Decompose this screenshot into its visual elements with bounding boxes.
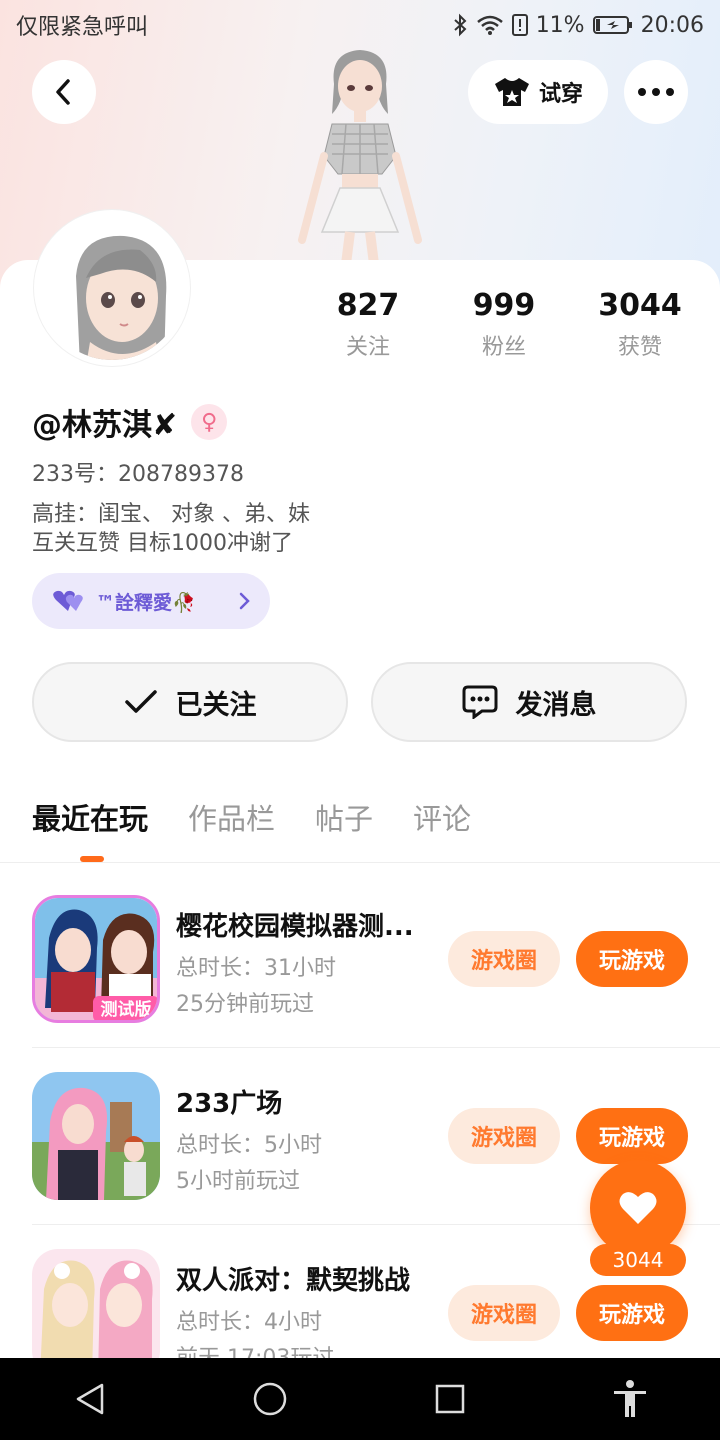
stat-label: 粉丝 xyxy=(481,335,526,360)
play-game-button[interactable]: 玩游戏 xyxy=(576,1108,688,1164)
username-row: @林苏淇✘ ♀ xyxy=(32,400,228,444)
like-count: 3044 xyxy=(590,1244,686,1276)
game-circle-button[interactable]: 游戏圈 xyxy=(448,1108,560,1164)
bio-line: 互关互赞 目标1000冲谢了 xyxy=(32,531,293,556)
game-icon-sakura[interactable]: 测试版 xyxy=(32,895,160,1023)
game-icon-duo-party[interactable] xyxy=(32,1249,160,1358)
back-button[interactable] xyxy=(32,60,96,124)
bio: 高挂：闺宝、 对象 、弟、妹 互关互赞 目标1000冲谢了 xyxy=(32,500,310,558)
nav-back-button[interactable] xyxy=(50,1358,130,1440)
tab-comments[interactable]: 评论 xyxy=(413,796,471,838)
more-dots-icon xyxy=(638,88,674,96)
battery-percent: 11% xyxy=(535,12,585,38)
alert-icon xyxy=(511,14,528,36)
game-last-played: 前天 17:03玩过 xyxy=(176,1340,334,1358)
heart-icon xyxy=(619,1192,657,1224)
tryon-label: 试穿 xyxy=(538,82,583,107)
carrier-text: 仅限紧急呼叫 xyxy=(16,15,149,40)
user-id[interactable]: 233号：208789378 xyxy=(32,456,244,488)
tab-works[interactable]: 作品栏 xyxy=(188,796,275,838)
chevron-left-icon xyxy=(56,79,70,105)
bluetooth-icon xyxy=(454,13,467,37)
followed-button[interactable]: 已关注 xyxy=(32,662,348,742)
game-list: 测试版 樱花校园模拟器测... 总时长：31小时 25分钟前玩过 游戏圈 玩游戏… xyxy=(0,870,720,1358)
stat-label: 获赞 xyxy=(617,335,662,360)
stat-value: 999 xyxy=(472,288,536,323)
battery-icon xyxy=(592,15,633,35)
system-nav-bar xyxy=(0,1358,720,1440)
bio-line: 高挂：闺宝、 对象 、弟、妹 xyxy=(32,502,310,527)
tab-bar: 最近在玩 作品栏 帖子 评论 xyxy=(32,796,471,838)
nav-accessibility-button[interactable] xyxy=(590,1358,670,1440)
game-duration: 总时长：5小时 xyxy=(176,1133,322,1158)
relation-pill[interactable]: ™詮釋愛🥀 xyxy=(32,573,270,629)
game-last-played: 5小时前玩过 xyxy=(176,1169,300,1194)
game-circle-button[interactable]: 游戏圈 xyxy=(448,1285,560,1341)
message-label: 发消息 xyxy=(515,689,597,721)
triangle-back-icon xyxy=(76,1383,104,1415)
double-heart-icon xyxy=(53,590,83,611)
stat-value: 827 xyxy=(336,288,400,323)
list-item[interactable]: 测试版 樱花校园模拟器测... 总时长：31小时 25分钟前玩过 游戏圈 玩游戏 xyxy=(0,870,720,1047)
more-button[interactable] xyxy=(624,60,688,124)
clock: 20:06 xyxy=(640,12,704,38)
status-bar: 仅限紧急呼叫 11% 20:06 xyxy=(0,0,720,50)
check-icon xyxy=(124,690,157,713)
square-recents-icon xyxy=(435,1384,465,1414)
stats-row: 827 关注 999 粉丝 3044 获赞 xyxy=(300,288,720,361)
followed-label: 已关注 xyxy=(175,689,257,721)
game-title: 樱花校园模拟器测... xyxy=(176,912,414,942)
accessibility-icon xyxy=(614,1380,646,1417)
game-circle-button[interactable]: 游戏圈 xyxy=(448,931,560,987)
tshirt-icon xyxy=(494,78,529,106)
game-last-played: 25分钟前玩过 xyxy=(176,992,314,1017)
nav-recents-button[interactable] xyxy=(410,1358,490,1440)
stat-fans[interactable]: 999 粉丝 xyxy=(436,288,572,361)
username: @林苏淇✘ xyxy=(32,408,178,443)
play-game-button[interactable]: 玩游戏 xyxy=(576,931,688,987)
tab-posts[interactable]: 帖子 xyxy=(315,796,373,838)
game-duration: 总时长：31小时 xyxy=(176,956,336,981)
wifi-icon xyxy=(476,15,503,35)
profile-avatar[interactable] xyxy=(34,210,190,366)
like-button[interactable] xyxy=(590,1160,686,1256)
circle-home-icon xyxy=(253,1382,287,1416)
tryon-button[interactable]: 试穿 xyxy=(468,60,608,124)
stat-value: 3044 xyxy=(598,288,682,323)
status-icons: 11% 20:06 xyxy=(452,13,704,38)
stat-label: 关注 xyxy=(345,335,390,360)
game-title: 双人派对：默契挑战 xyxy=(176,1266,411,1296)
game-duration: 总时长：4小时 xyxy=(176,1310,322,1335)
avatar-figure[interactable] xyxy=(280,44,440,265)
relation-label: ™詮釋愛🥀 xyxy=(96,591,196,614)
gender-female-icon: ♀ xyxy=(191,404,228,440)
game-title: 233广场 xyxy=(176,1089,283,1119)
svg-text:测试版: 测试版 xyxy=(101,999,152,1020)
chevron-right-icon xyxy=(239,592,250,610)
play-game-button[interactable]: 玩游戏 xyxy=(576,1285,688,1341)
stat-likes[interactable]: 3044 获赞 xyxy=(572,288,708,361)
divider xyxy=(0,862,720,863)
chat-bubble-icon xyxy=(462,685,497,719)
tab-recent-played[interactable]: 最近在玩 xyxy=(32,796,148,838)
message-button[interactable]: 发消息 xyxy=(371,662,687,742)
game-icon-233-plaza[interactable] xyxy=(32,1072,160,1200)
nav-home-button[interactable] xyxy=(230,1358,310,1440)
stat-following[interactable]: 827 关注 xyxy=(300,288,436,361)
